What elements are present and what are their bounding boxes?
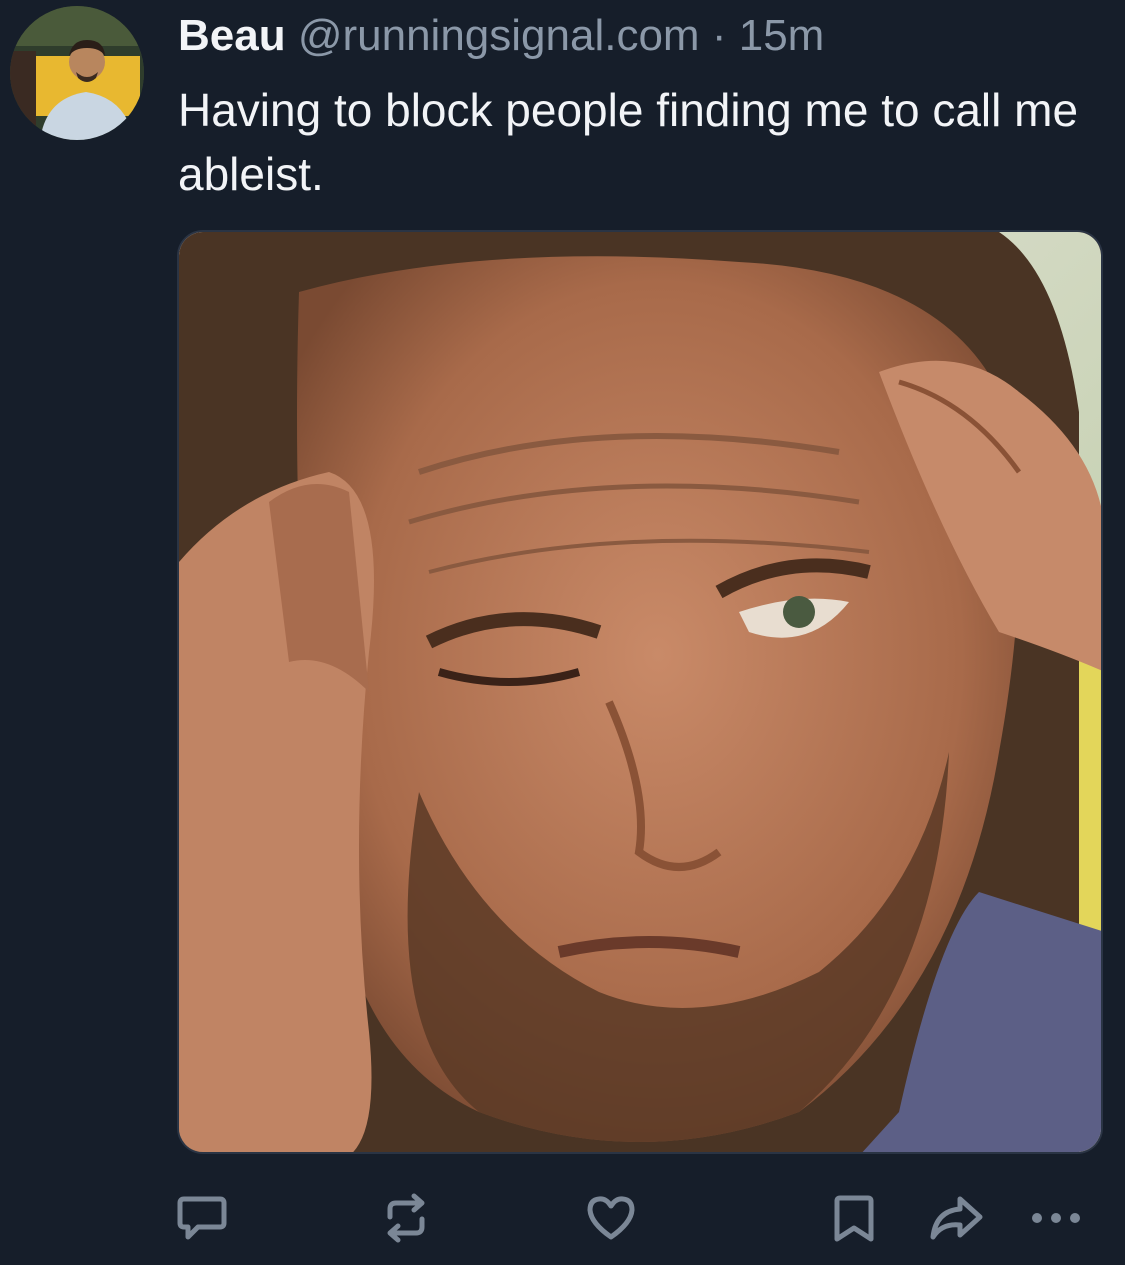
share-icon [930, 1196, 983, 1240]
more-options-button[interactable] [1028, 1190, 1084, 1246]
reply-button[interactable] [174, 1190, 230, 1246]
bookmark-icon [834, 1195, 874, 1242]
like-button[interactable] [583, 1190, 639, 1246]
post: Beau @runningsignal.com · 15m Having to … [0, 0, 1125, 1265]
image-content [179, 232, 1101, 1152]
post-header: Beau @runningsignal.com · 15m [178, 10, 824, 62]
post-timestamp[interactable]: 15m [739, 11, 825, 60]
author-handle[interactable]: @runningsignal.com [298, 11, 700, 60]
separator: · [711, 11, 727, 60]
post-text: Having to block people finding me to cal… [178, 84, 1079, 200]
author-avatar[interactable] [10, 6, 144, 140]
post-actions [0, 1190, 1125, 1250]
repost-icon [387, 1193, 425, 1243]
share-button[interactable] [928, 1190, 984, 1246]
bookmark-button[interactable] [826, 1190, 882, 1246]
repost-button[interactable] [378, 1190, 434, 1246]
like-icon [587, 1196, 635, 1240]
avatar-photo [10, 6, 144, 140]
post-image[interactable] [177, 230, 1103, 1154]
more-options-icon [1032, 1213, 1080, 1223]
author-name[interactable]: Beau [178, 11, 286, 60]
reply-icon [177, 1196, 227, 1240]
